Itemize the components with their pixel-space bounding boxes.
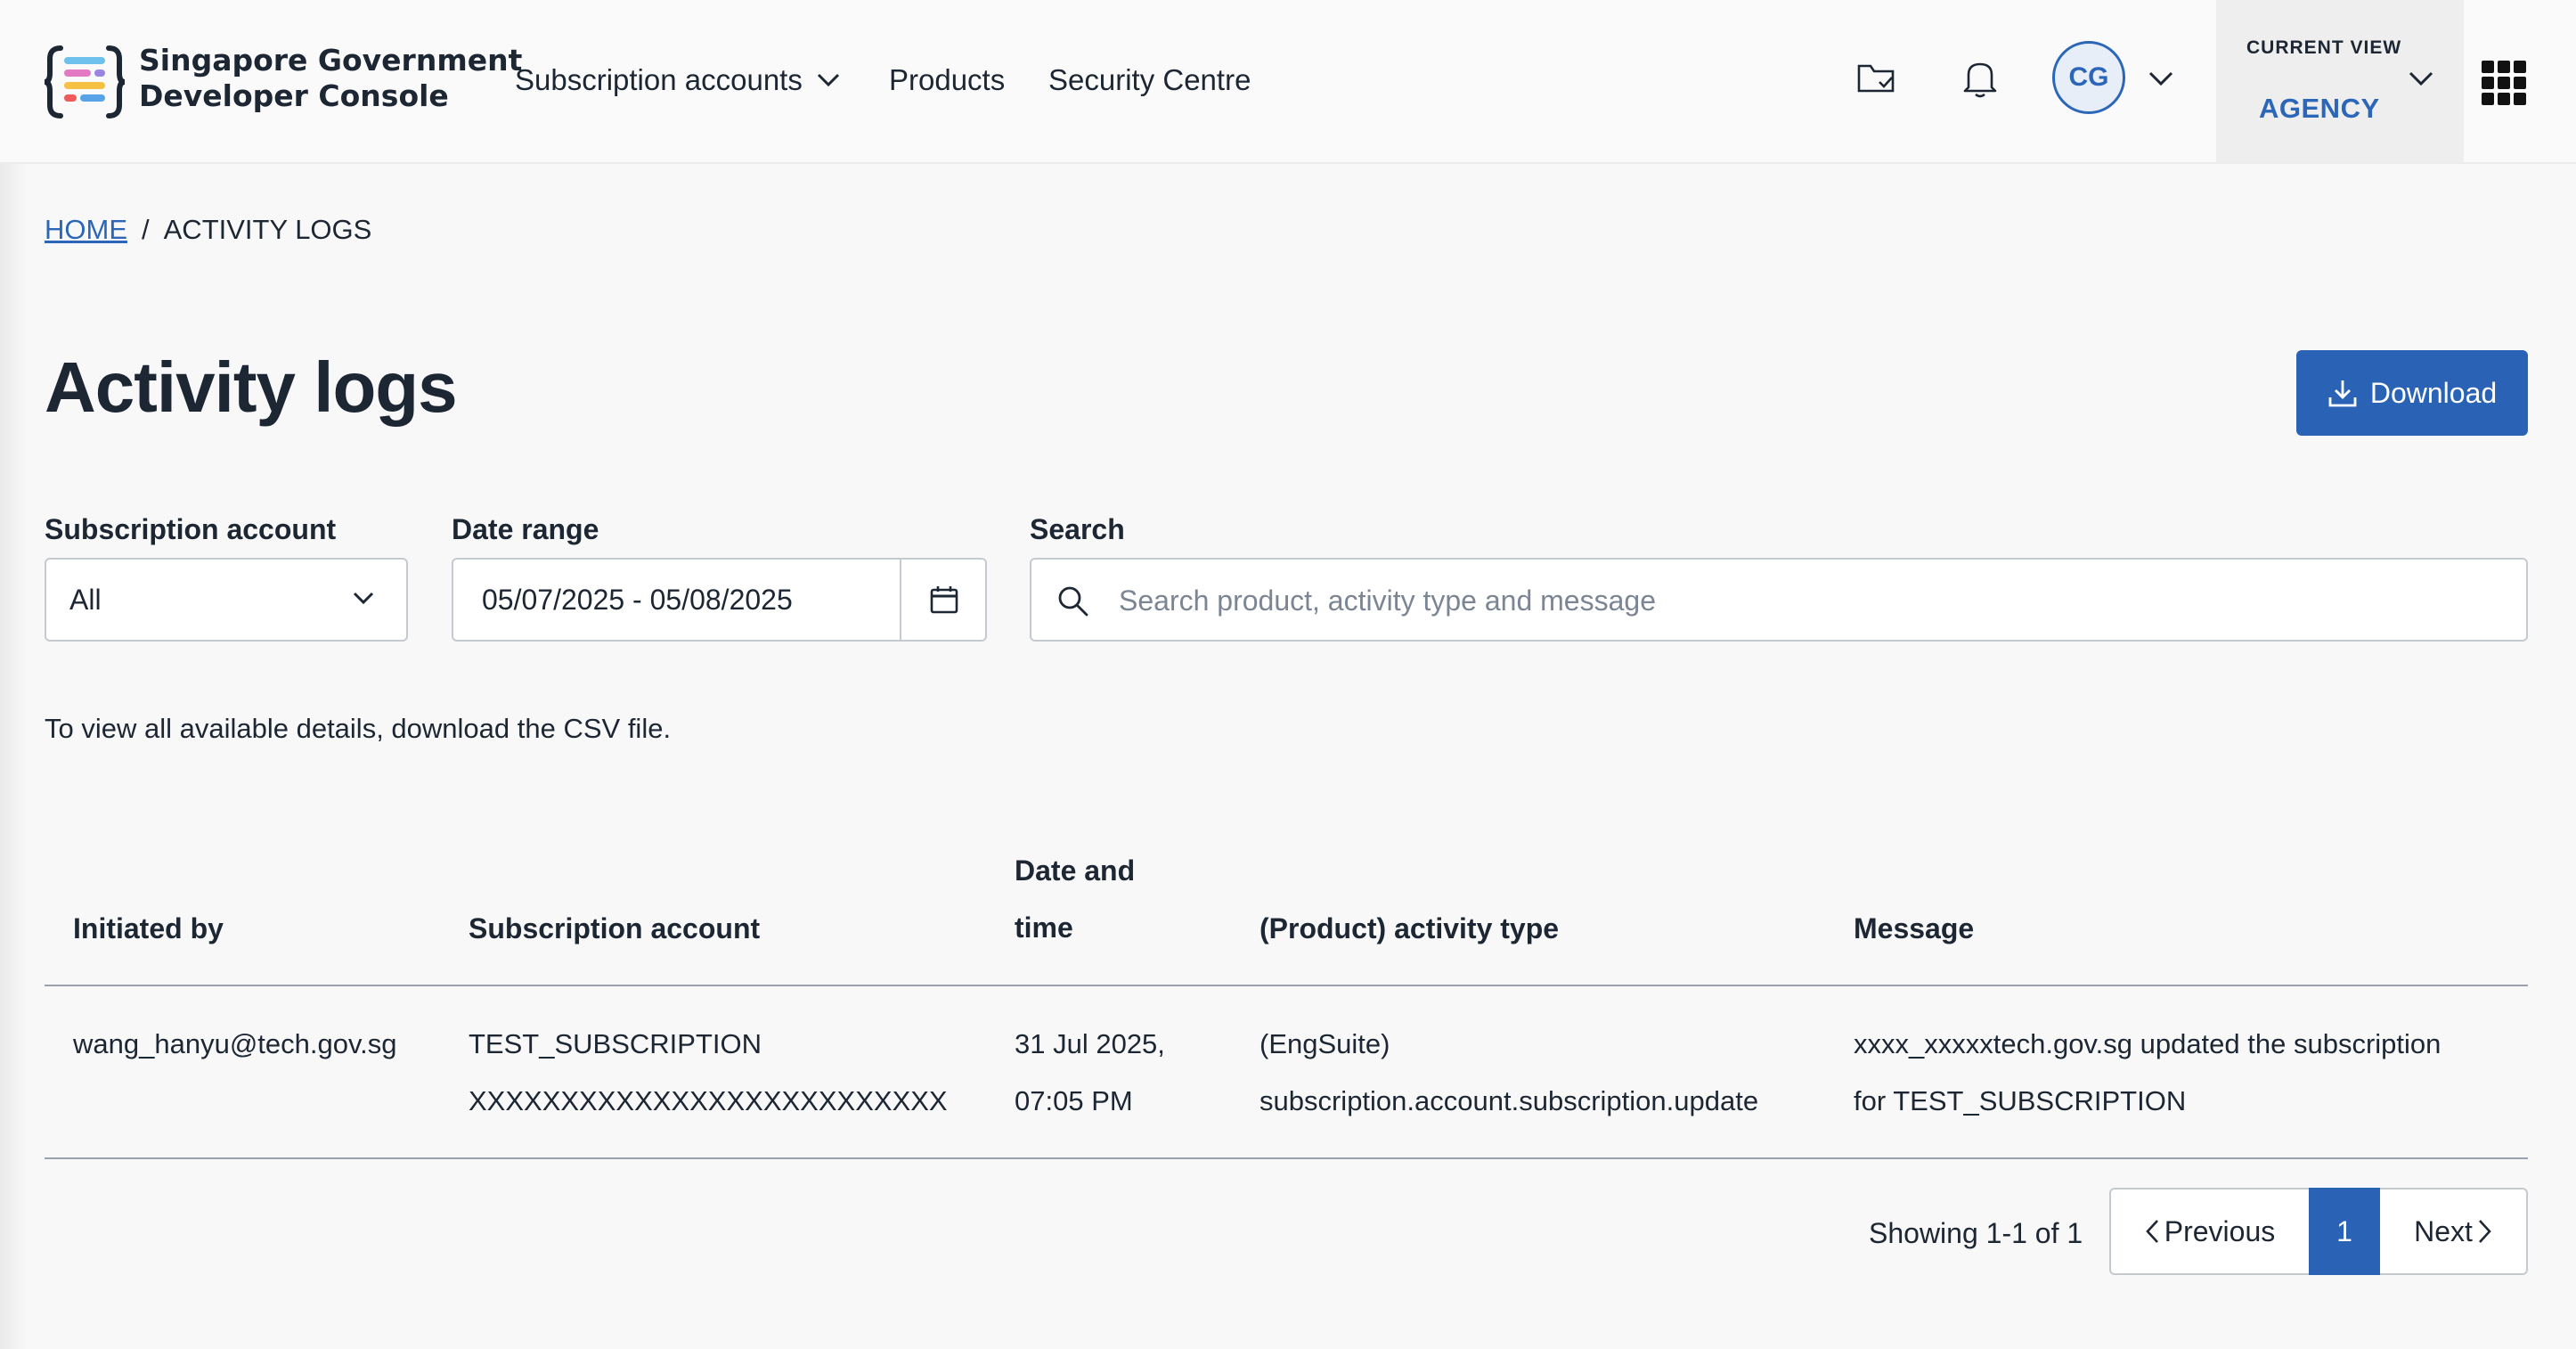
next-page-label: Next bbox=[2414, 1214, 2473, 1247]
chevron-down-icon bbox=[2409, 71, 2433, 86]
column-header-date-time: Date and time bbox=[1015, 842, 1135, 956]
pagination-summary: Showing 1-1 of 1 bbox=[1869, 1217, 2083, 1249]
next-page-button[interactable]: Next bbox=[2380, 1190, 2526, 1273]
nav-products[interactable]: Products bbox=[889, 61, 1005, 100]
subscription-account-filter-label: Subscription account bbox=[45, 513, 337, 545]
chevron-down-icon bbox=[817, 73, 839, 87]
folder-check-icon[interactable] bbox=[1856, 61, 1895, 96]
page-edge-shadow bbox=[0, 0, 27, 1349]
column-header-initiated-by: Initiated by bbox=[73, 912, 224, 944]
column-header-message: Message bbox=[1854, 912, 1975, 944]
search-input[interactable] bbox=[1117, 563, 2510, 638]
logo-title[interactable]: Singapore Government Developer Console bbox=[139, 43, 522, 114]
nav-security-centre[interactable]: Security Centre bbox=[1048, 61, 1251, 100]
nav-subscription-accounts[interactable]: Subscription accounts bbox=[515, 61, 840, 100]
breadcrumb-home[interactable]: HOME bbox=[45, 214, 127, 245]
table-header-divider bbox=[45, 985, 2528, 986]
pagination: Previous 1 Next bbox=[2109, 1188, 2528, 1275]
date-range-field[interactable]: 05/07/2025 - 05/08/2025 bbox=[452, 558, 987, 642]
cell-date-time: 31 Jul 2025, 07:05 PM bbox=[1015, 1016, 1165, 1130]
subscription-account-select[interactable]: All bbox=[45, 558, 408, 642]
date-range-value: 05/07/2025 - 05/08/2025 bbox=[482, 584, 793, 616]
cell-message-line-2: for TEST_SUBSCRIPTION bbox=[1854, 1085, 2187, 1116]
cell-activity-type-line-1: (EngSuite) bbox=[1259, 1028, 1390, 1059]
user-avatar[interactable]: CG bbox=[2052, 41, 2125, 114]
previous-page-label: Previous bbox=[2164, 1214, 2276, 1247]
cell-subscription-account-line-1: TEST_SUBSCRIPTION bbox=[469, 1028, 762, 1059]
cell-subscription-account: TEST_SUBSCRIPTION XXXXXXXXXXXXXXXXXXXXXX… bbox=[469, 1016, 948, 1130]
grid-menu-icon[interactable] bbox=[2482, 61, 2526, 105]
calendar-button[interactable] bbox=[900, 560, 987, 640]
column-header-date-time-line-2: time bbox=[1015, 912, 1073, 944]
subscription-account-select-value: All bbox=[69, 583, 102, 616]
page-title: Activity logs bbox=[45, 347, 458, 427]
cell-message: xxxx_xxxxxtech.gov.sg updated the subscr… bbox=[1854, 1016, 2441, 1130]
breadcrumb-separator: / bbox=[142, 214, 150, 245]
date-range-filter-label: Date range bbox=[452, 513, 599, 545]
download-button-label: Download bbox=[2369, 376, 2498, 409]
developer-console-logo[interactable] bbox=[45, 45, 125, 119]
cell-date-time-line-2: 07:05 PM bbox=[1015, 1085, 1133, 1116]
download-icon bbox=[2328, 380, 2357, 407]
column-header-activity-type: (Product) activity type bbox=[1259, 912, 1560, 944]
user-menu-chevron-down-icon[interactable] bbox=[2148, 71, 2173, 87]
current-view-switcher[interactable]: CURRENT VIEW AGENCY bbox=[2216, 0, 2464, 162]
search-icon bbox=[1058, 586, 1088, 617]
chevron-right-icon bbox=[2478, 1220, 2491, 1243]
previous-page-button[interactable]: Previous bbox=[2111, 1190, 2309, 1273]
download-button[interactable]: Download bbox=[2296, 350, 2528, 436]
cell-message-line-1: xxxx_xxxxxtech.gov.sg updated the subscr… bbox=[1854, 1028, 2441, 1059]
cell-initiated-by: wang_hanyu@tech.gov.sg bbox=[73, 1028, 397, 1059]
helper-text: To view all available details, download … bbox=[45, 713, 672, 744]
page-number-button[interactable]: 1 bbox=[2309, 1188, 2380, 1275]
table-bottom-divider bbox=[45, 1157, 2528, 1159]
calendar-icon bbox=[930, 586, 958, 614]
current-view-value: AGENCY bbox=[2259, 93, 2380, 124]
breadcrumb-current: ACTIVITY LOGS bbox=[163, 214, 372, 245]
column-header-date-time-line-1: Date and bbox=[1015, 854, 1136, 887]
search-field[interactable] bbox=[1030, 558, 2528, 642]
nav-subscription-accounts-label: Subscription accounts bbox=[515, 63, 803, 96]
column-header-subscription-account: Subscription account bbox=[469, 912, 761, 944]
top-header: Singapore Government Developer Console S… bbox=[0, 0, 2576, 164]
logo-line-1: Singapore Government bbox=[139, 43, 523, 78]
cell-activity-type-line-2: subscription.account.subscription.update bbox=[1259, 1085, 1759, 1116]
cell-subscription-account-line-2: XXXXXXXXXXXXXXXXXXXXXXXXXX bbox=[469, 1085, 948, 1116]
chevron-down-icon bbox=[353, 592, 374, 605]
breadcrumb: HOME / ACTIVITY LOGS bbox=[45, 210, 371, 249]
logo-line-2: Developer Console bbox=[139, 78, 449, 113]
chevron-left-icon bbox=[2145, 1220, 2158, 1243]
search-filter-label: Search bbox=[1030, 513, 1125, 545]
cell-activity-type: (EngSuite) subscription.account.subscrip… bbox=[1259, 1016, 1758, 1130]
current-view-label: CURRENT VIEW bbox=[2246, 37, 2402, 58]
bell-icon[interactable] bbox=[1963, 59, 1997, 98]
cell-date-time-line-1: 31 Jul 2025, bbox=[1015, 1028, 1165, 1059]
